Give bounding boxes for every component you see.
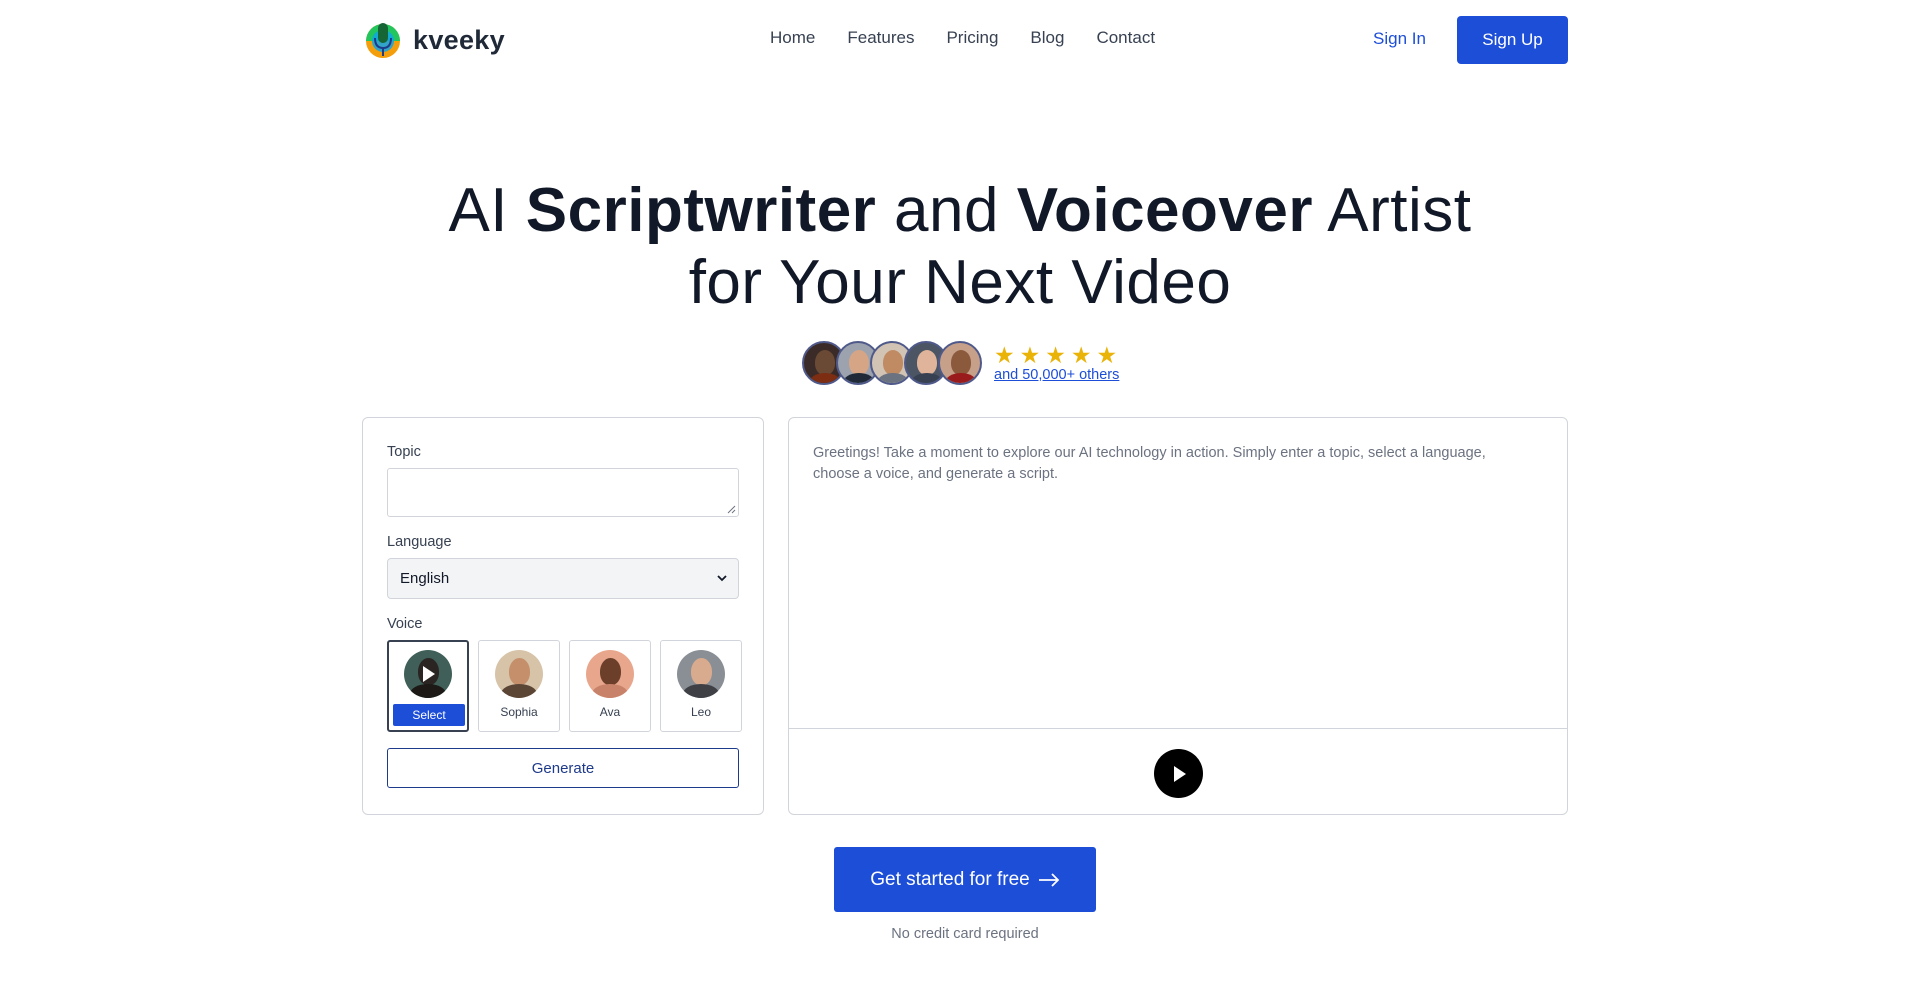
voice-avatar [677, 650, 725, 698]
voice-avatar [404, 650, 452, 698]
star-icon: ★ [1045, 341, 1066, 368]
star-icon: ★ [994, 341, 1015, 368]
nav-home[interactable]: Home [770, 28, 815, 48]
voice-card-default[interactable]: Select [387, 640, 469, 732]
hero-heading: AI Scriptwriter and Voiceover Artist for… [0, 175, 1920, 319]
voice-name: Ava [599, 705, 621, 719]
no-credit-card-note: No credit card required [891, 926, 1039, 942]
script-form-panel: Topic Language English Voice Select Soph… [362, 417, 764, 815]
get-started-label: Get started for free [870, 868, 1030, 890]
generate-button[interactable]: Generate [387, 748, 739, 788]
language-selected-value: English [400, 570, 450, 587]
resize-grip-icon[interactable] [727, 505, 736, 514]
play-icon [1173, 765, 1186, 782]
rating-block: ★ ★ ★ ★ ★ and 50,000+ others [994, 341, 1119, 383]
script-output-panel: Greetings! Take a moment to explore our … [788, 417, 1568, 815]
arrow-right-icon [1038, 872, 1060, 887]
hero-text-artist: Artist [1313, 176, 1472, 245]
voice-card-ava[interactable]: Ava [569, 640, 651, 732]
topic-input[interactable] [387, 468, 739, 517]
hero-text-and: and [876, 176, 1017, 245]
site-header: kveeky Home Features Pricing Blog Contac… [0, 0, 1920, 80]
divider [789, 728, 1567, 729]
sign-in-link[interactable]: Sign In [1373, 29, 1426, 49]
voice-label: Voice [387, 616, 423, 632]
sign-up-button[interactable]: Sign Up [1457, 16, 1568, 64]
language-select[interactable]: English [387, 558, 739, 599]
microphone-logo-icon [366, 23, 400, 58]
avatar [938, 341, 982, 385]
voice-name: Sophia [500, 705, 538, 719]
voice-avatar [495, 650, 543, 698]
get-started-button[interactable]: Get started for free [834, 847, 1096, 912]
language-label: Language [387, 534, 452, 550]
hero-text-ai: AI [448, 176, 526, 245]
nav-contact[interactable]: Contact [1096, 28, 1155, 48]
hero-line-2: for Your Next Video [688, 248, 1232, 317]
brand-name: kveeky [413, 24, 505, 55]
star-icon: ★ [1070, 341, 1092, 368]
voice-avatar [586, 650, 634, 698]
main-nav: Home Features Pricing Blog Contact [770, 28, 1155, 48]
voice-name: Leo [690, 705, 712, 719]
play-icon[interactable] [404, 650, 452, 698]
hero-line-1: AI Scriptwriter and Voiceover Artist [0, 175, 1920, 247]
voice-card-leo[interactable]: Leo [660, 640, 742, 732]
topic-label: Topic [387, 444, 421, 460]
audio-play-button[interactable] [1154, 749, 1203, 798]
social-proof: ★ ★ ★ ★ ★ and 50,000+ others [802, 341, 1119, 385]
user-avatars [802, 341, 982, 385]
star-icon: ★ [1019, 341, 1041, 368]
nav-features[interactable]: Features [847, 28, 914, 48]
others-link[interactable]: and 50,000+ others [994, 367, 1119, 383]
brand-logo[interactable]: kveeky [365, 20, 505, 60]
star-rating: ★ ★ ★ ★ ★ [994, 341, 1119, 368]
star-icon: ★ [1096, 341, 1118, 368]
hero-text-scriptwriter: Scriptwriter [525, 176, 877, 245]
chevron-down-icon [717, 575, 727, 582]
hero-text-voiceover: Voiceover [1016, 176, 1313, 245]
voice-select-button[interactable]: Select [393, 704, 465, 726]
nav-pricing[interactable]: Pricing [946, 28, 998, 48]
voice-picker: Select Sophia Ava Leo [387, 640, 742, 732]
greeting-text: Greetings! Take a moment to explore our … [813, 445, 1486, 482]
nav-blog[interactable]: Blog [1030, 28, 1064, 48]
voice-card-sophia[interactable]: Sophia [478, 640, 560, 732]
